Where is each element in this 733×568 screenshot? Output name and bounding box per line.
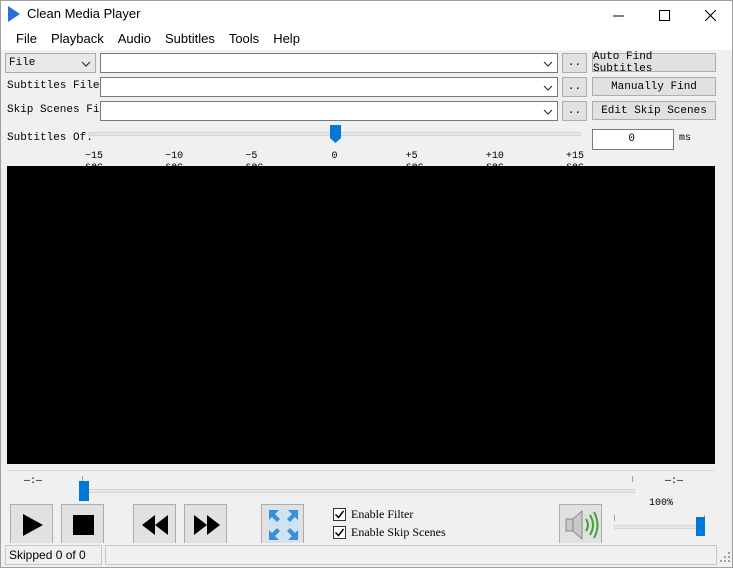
subtitles-file-combo[interactable]	[100, 77, 558, 97]
volume-percent: 100%	[649, 498, 674, 509]
subtitles-offset-thumb[interactable]	[329, 125, 341, 143]
manually-find-button[interactable]: Manually Find	[592, 77, 716, 96]
subtitles-offset-label: Subtitles Of:	[7, 132, 93, 144]
mute-button[interactable]	[559, 504, 602, 544]
enable-skip-scenes-label[interactable]: Enable Skip Scenes	[351, 525, 446, 540]
volume-thumb[interactable]	[696, 517, 705, 536]
enable-skip-scenes-checkbox[interactable]	[333, 526, 346, 539]
menu-tools[interactable]: Tools	[222, 28, 266, 50]
offset-tick-label: 0	[331, 151, 338, 162]
subtitles-browse-button[interactable]: ..	[562, 77, 587, 97]
menu-playback[interactable]: Playback	[44, 28, 111, 50]
elapsed-time: —:—	[24, 476, 43, 487]
skip-scenes-file-label: Skip Scenes File	[7, 104, 101, 116]
source-type-value: File	[9, 57, 36, 69]
rewind-icon	[142, 515, 168, 535]
chevron-down-icon	[543, 61, 553, 67]
rewind-button[interactable]	[133, 504, 176, 544]
stop-icon	[73, 515, 94, 535]
status-panel-main: Skipped 0 of 0	[5, 545, 102, 565]
maximize-icon	[658, 9, 670, 21]
close-icon	[704, 9, 716, 21]
fullscreen-button[interactable]	[261, 504, 304, 544]
auto-find-subtitles-button[interactable]: Auto Find Subtitles	[592, 51, 716, 75]
subtitles-offset-unit: ms	[679, 133, 692, 144]
subtitles-offset-input[interactable]: 0	[592, 129, 674, 150]
volume-tick-start	[614, 515, 615, 521]
play-icon	[23, 514, 43, 536]
menu-help[interactable]: Help	[266, 28, 307, 50]
fullscreen-icon	[268, 509, 299, 541]
window-title: Clean Media Player	[27, 6, 141, 21]
maximize-button[interactable]	[641, 2, 687, 28]
chevron-down-icon	[543, 109, 553, 115]
remaining-time: —:—	[665, 476, 684, 487]
minimize-button[interactable]	[595, 2, 641, 28]
menu-audio[interactable]: Audio	[111, 28, 158, 50]
seek-track[interactable]	[82, 489, 635, 493]
edit-skip-scenes-button[interactable]: Edit Skip Scenes	[592, 101, 716, 120]
menu-bar: File Playback Audio Subtitles Tools Help	[1, 28, 732, 50]
status-text: Skipped 0 of 0	[9, 548, 86, 562]
minimize-icon	[612, 15, 624, 16]
fast-forward-button[interactable]	[184, 504, 227, 544]
source-browse-button[interactable]: ..	[562, 53, 587, 73]
status-bar: Skipped 0 of 0	[1, 543, 732, 567]
speaker-icon	[565, 510, 599, 540]
stop-button[interactable]	[61, 504, 104, 544]
skip-scenes-file-combo[interactable]	[100, 101, 558, 121]
menu-subtitles[interactable]: Subtitles	[158, 28, 222, 50]
chevron-down-icon	[81, 61, 91, 67]
volume-track[interactable]	[614, 525, 704, 529]
resize-grip-icon[interactable]	[720, 552, 731, 563]
checkmark-icon	[334, 510, 345, 519]
skip-scenes-browse-button[interactable]: ..	[562, 101, 587, 121]
title-bar: Clean Media Player	[1, 1, 732, 28]
subtitles-offset-value: 0	[628, 133, 635, 145]
fast-forward-icon	[194, 515, 220, 535]
play-logo-icon	[8, 6, 20, 22]
seek-tick-end	[632, 476, 633, 482]
video-display[interactable]	[7, 166, 715, 464]
status-panel-secondary	[105, 545, 717, 565]
enable-filter-checkbox[interactable]	[333, 508, 346, 521]
seek-thumb[interactable]	[79, 481, 89, 501]
subtitles-file-label: Subtitles File:	[7, 80, 107, 92]
menu-file[interactable]: File	[9, 28, 44, 50]
checkmark-icon	[334, 528, 345, 537]
source-type-select[interactable]: File	[5, 53, 96, 73]
close-button[interactable]	[687, 2, 733, 28]
enable-filter-label[interactable]: Enable Filter	[351, 507, 413, 522]
source-path-combo[interactable]	[100, 53, 558, 73]
play-button[interactable]	[10, 504, 53, 544]
chevron-down-icon	[543, 85, 553, 91]
